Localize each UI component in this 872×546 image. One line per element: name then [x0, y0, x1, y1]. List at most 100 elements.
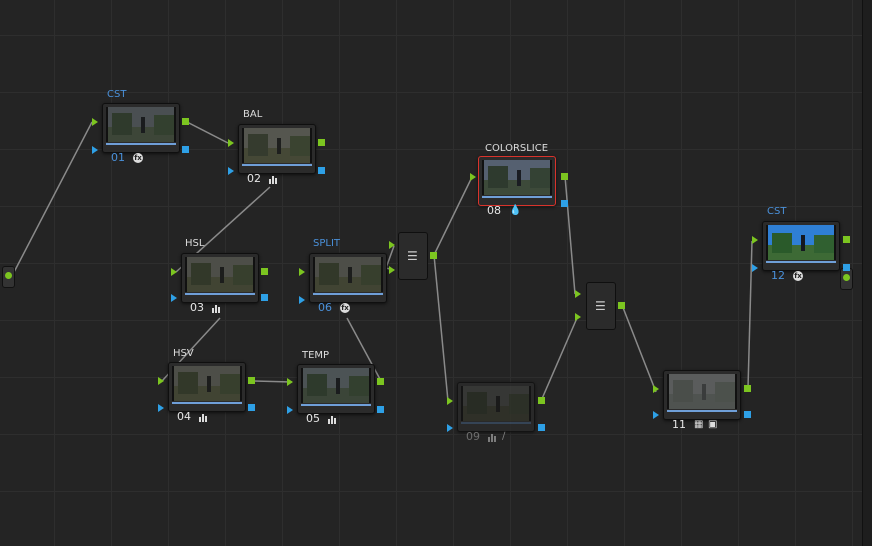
node-number: 04: [177, 410, 191, 423]
rgb-output-pin[interactable]: [261, 268, 268, 275]
alpha-output-pin[interactable]: [248, 404, 255, 411]
layer-mixer-node-1[interactable]: ☰: [398, 232, 428, 280]
alpha-input-pin[interactable]: [653, 411, 659, 419]
node-02[interactable]: 02: [238, 124, 316, 185]
wire-mix2-11: [621, 304, 657, 393]
bars-icon: [199, 413, 208, 422]
rgb-output-pin[interactable]: [538, 397, 545, 404]
rgb-input-pin[interactable]: [287, 378, 293, 386]
node-05[interactable]: 05: [297, 364, 375, 425]
thumbnail-progress-bar: [667, 410, 737, 412]
node-label-bal: BAL: [243, 109, 263, 120]
node-04[interactable]: 04: [168, 362, 246, 423]
alpha-input-pin[interactable]: [447, 424, 453, 432]
layer-mixer-node-2[interactable]: ☰: [586, 282, 616, 330]
alpha-input-pin[interactable]: [228, 167, 234, 175]
alpha-output-pin[interactable]: [182, 146, 189, 153]
node-number: 05: [306, 412, 320, 425]
layers-icon: ☰: [595, 299, 606, 313]
rgb-input-pin[interactable]: [299, 268, 305, 276]
mixer-input-2-pin[interactable]: [389, 266, 395, 274]
node-thumbnail: [766, 225, 836, 260]
node-thumbnail: [461, 386, 531, 421]
rgb-output-pin[interactable]: [248, 377, 255, 384]
rgb-output-pin[interactable]: [377, 378, 384, 385]
alpha-output-pin[interactable]: [377, 406, 384, 413]
alpha-input-pin[interactable]: [299, 296, 305, 304]
node-01[interactable]: 01 fx: [102, 103, 180, 164]
rgb-output-pin[interactable]: [182, 118, 189, 125]
alpha-output-pin[interactable]: [744, 411, 751, 418]
thumbnail-progress-bar: [766, 261, 836, 263]
node-label-cst-1: CST: [107, 89, 127, 100]
rgb-input-pin[interactable]: [171, 268, 177, 276]
node-thumbnail: [667, 374, 737, 409]
node-number: 01: [111, 151, 125, 164]
node-number: 03: [190, 301, 204, 314]
picker-icon: ∕: [502, 431, 506, 442]
bars-icon: [212, 304, 221, 313]
layers-icon: ☰: [407, 249, 418, 263]
wire-input-01: [11, 121, 93, 277]
alpha-input-pin[interactable]: [158, 404, 164, 412]
node-11[interactable]: 11 ▦ ▣: [663, 370, 741, 431]
rgb-input-pin[interactable]: [752, 236, 758, 244]
node-number: 11: [672, 418, 686, 431]
node-number: 12: [771, 269, 785, 282]
rgb-input-pin[interactable]: [158, 377, 164, 385]
output-input-pin[interactable]: [843, 274, 850, 281]
node-06[interactable]: 06 fx: [309, 253, 387, 314]
node-08-colorslice[interactable]: 08 💧: [478, 156, 556, 217]
rgb-input-pin[interactable]: [447, 397, 453, 405]
rgb-output-pin[interactable]: [843, 236, 850, 243]
thumbnail-progress-bar: [172, 402, 242, 404]
node-09[interactable]: 09 ∕: [457, 382, 535, 443]
connections: [11, 121, 753, 402]
alpha-input-pin[interactable]: [171, 294, 177, 302]
alpha-output-pin[interactable]: [843, 264, 850, 271]
node-12[interactable]: 12 fx: [762, 221, 840, 282]
rgb-output-pin[interactable]: [561, 173, 568, 180]
node-thumbnail: [172, 366, 242, 401]
thumbnail-progress-bar: [242, 164, 312, 166]
alpha-output-pin[interactable]: [538, 424, 545, 431]
node-thumbnail: [301, 368, 371, 403]
rgb-output-pin[interactable]: [318, 139, 325, 146]
thumbnail-progress-bar: [461, 422, 531, 424]
bars-icon: [488, 433, 497, 442]
graph-right-edge: [862, 0, 872, 546]
output-node[interactable]: [840, 268, 853, 290]
mixer-input-1-pin[interactable]: [575, 290, 581, 298]
rgb-output-pin[interactable]: [744, 385, 751, 392]
node-graph[interactable]: CST BAL HSL HSV TEMP SPLIT COLORSLICE CS…: [0, 0, 872, 546]
node-label-split: SPLIT: [313, 238, 341, 249]
grid-icon: ▦: [694, 419, 704, 430]
alpha-input-pin[interactable]: [752, 264, 758, 272]
mixer-output-pin[interactable]: [618, 302, 625, 309]
node-thumbnail: [482, 160, 552, 195]
source-input-node[interactable]: [2, 266, 15, 288]
rgb-input-pin[interactable]: [470, 173, 476, 181]
node-thumbnail: [185, 257, 255, 292]
bars-icon: [269, 175, 278, 184]
mixer-input-2-pin[interactable]: [575, 313, 581, 321]
wire-08-mix2: [564, 175, 576, 295]
rgb-input-pin[interactable]: [228, 139, 234, 147]
rgb-input-pin[interactable]: [92, 118, 98, 126]
mixer-output-pin[interactable]: [430, 252, 437, 259]
mixer-input-1-pin[interactable]: [389, 241, 395, 249]
alpha-output-pin[interactable]: [261, 294, 268, 301]
thumbnail-progress-bar: [185, 293, 255, 295]
rgb-input-pin[interactable]: [653, 385, 659, 393]
node-label-hsv: HSV: [173, 348, 194, 359]
node-03[interactable]: 03: [181, 253, 259, 314]
alpha-input-pin[interactable]: [287, 406, 293, 414]
fx-icon: fx: [793, 271, 803, 281]
camera-icon: ▣: [708, 419, 718, 430]
alpha-output-pin[interactable]: [318, 167, 325, 174]
node-label-cst-12: CST: [767, 206, 787, 217]
alpha-output-pin[interactable]: [561, 200, 568, 207]
thumbnail-progress-bar: [106, 143, 176, 145]
alpha-input-pin[interactable]: [92, 146, 98, 154]
source-output-pin[interactable]: [5, 272, 12, 279]
